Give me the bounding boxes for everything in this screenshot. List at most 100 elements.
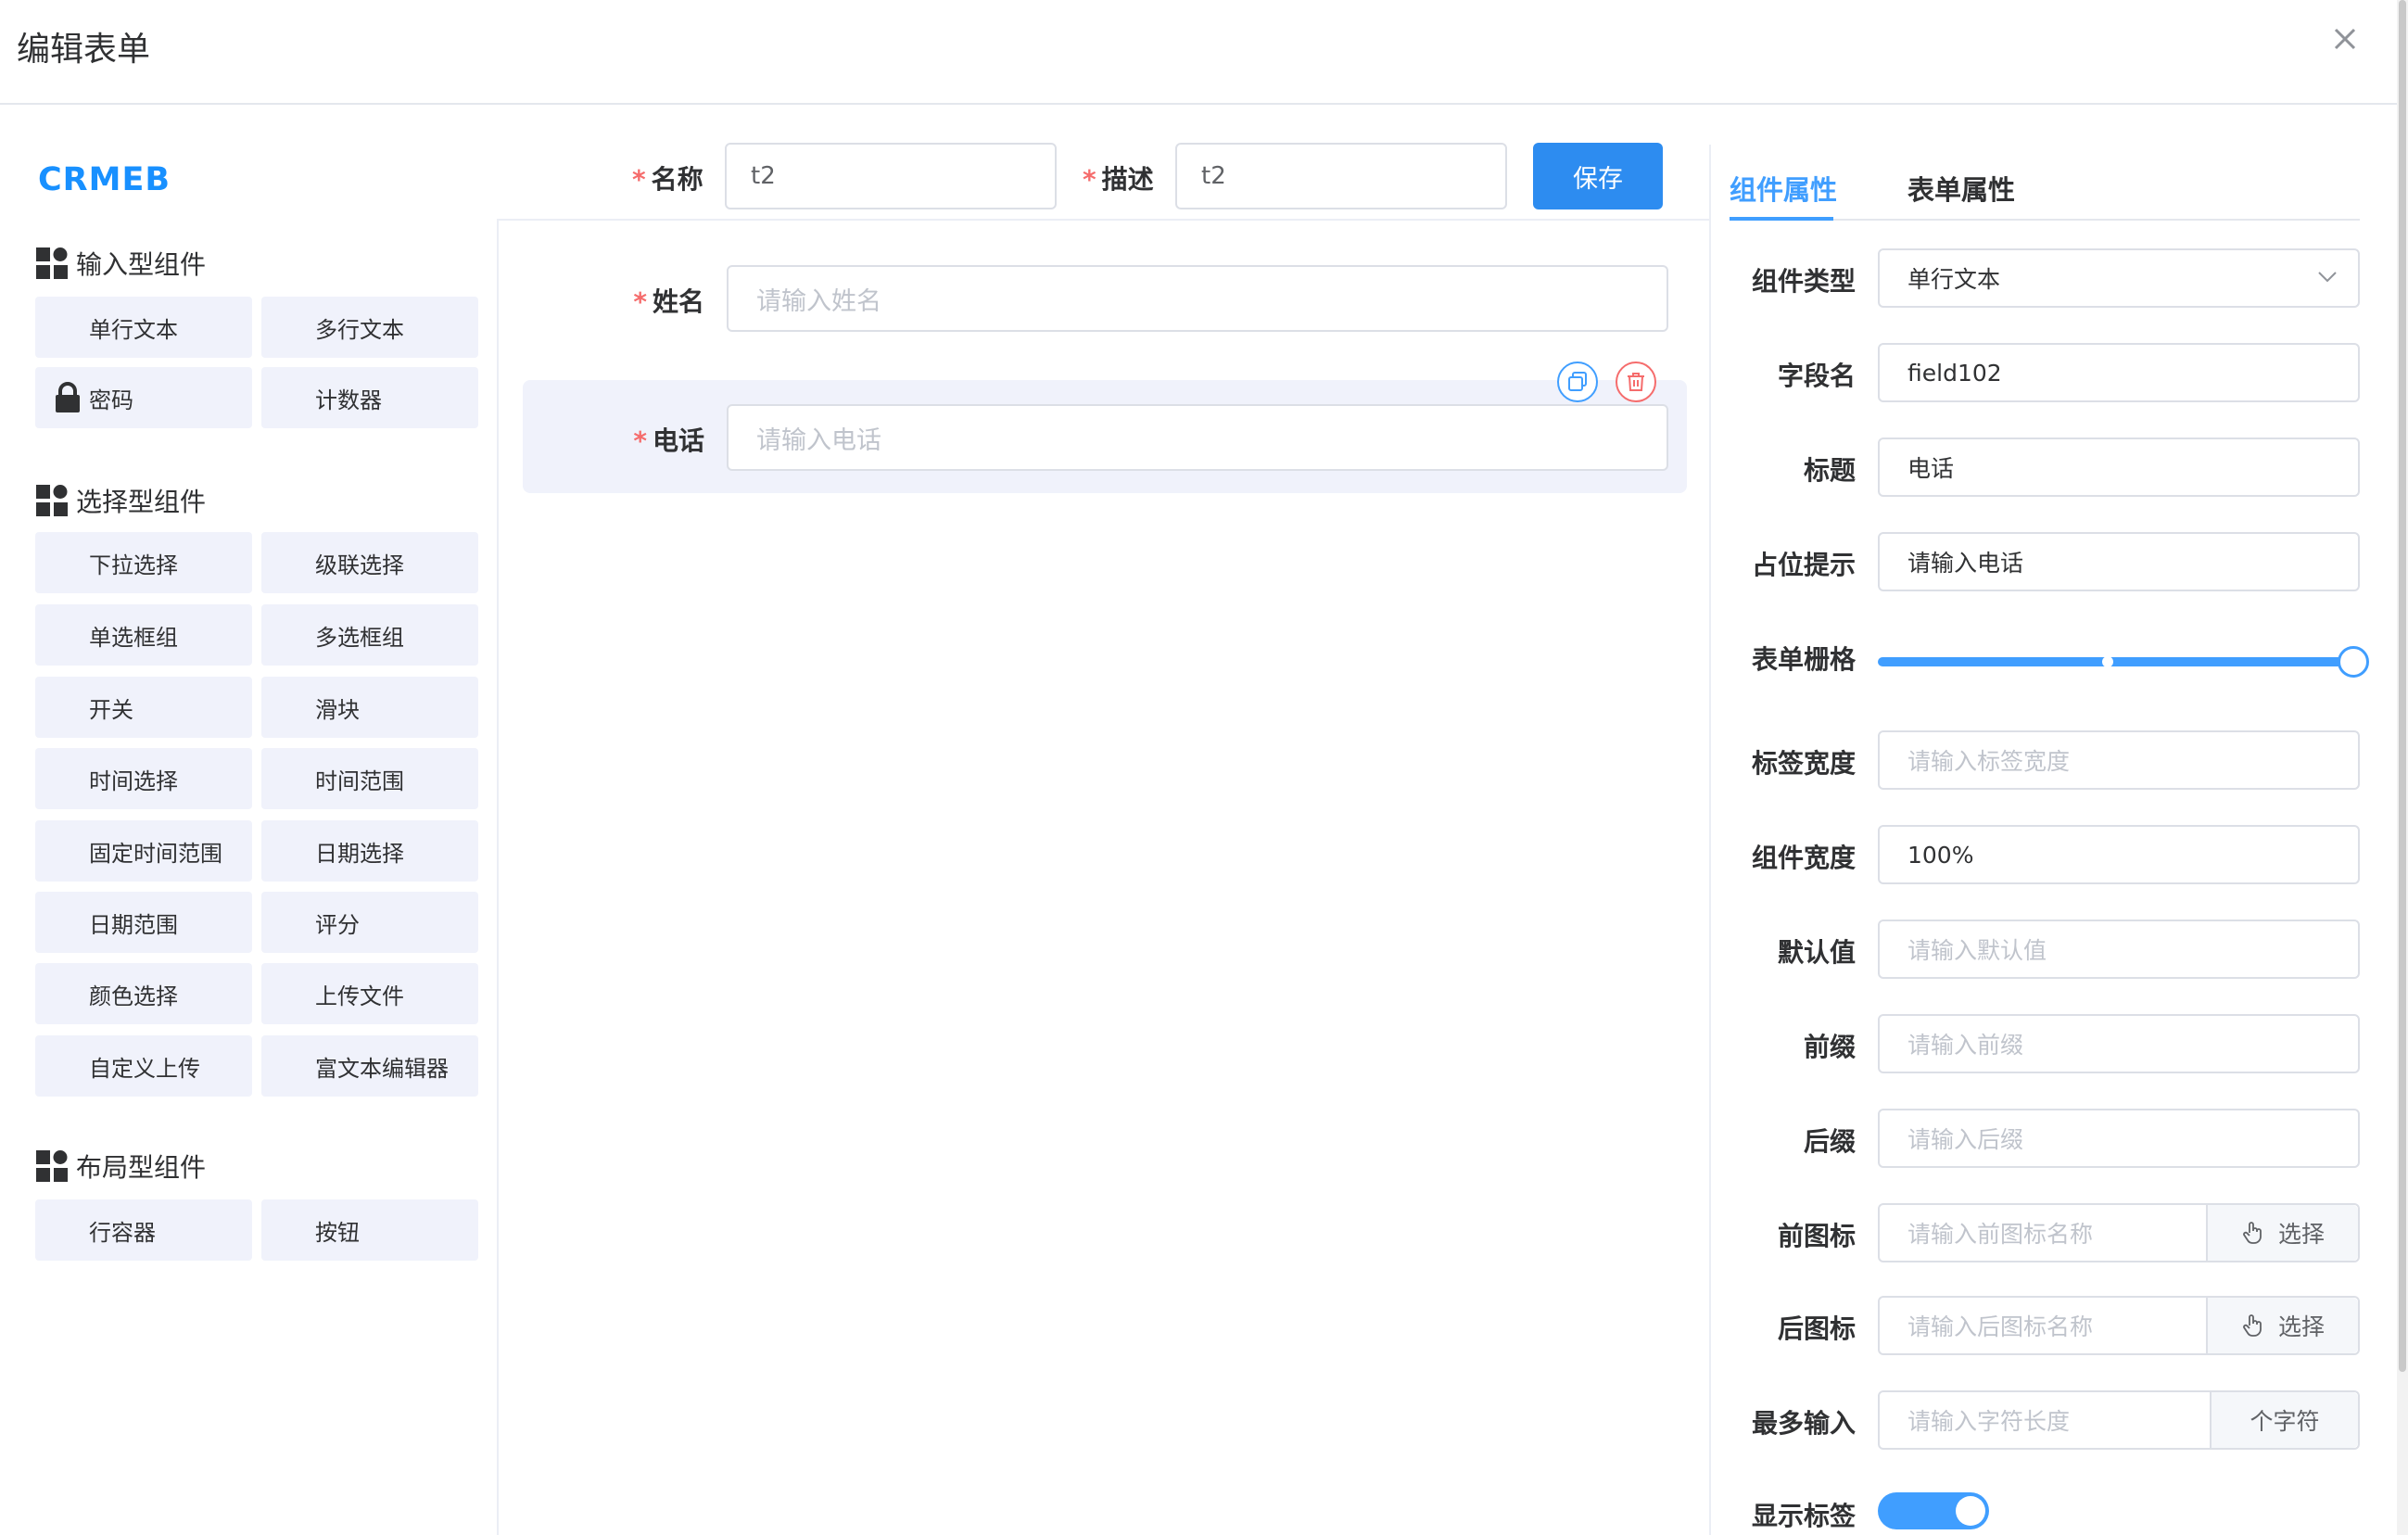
field-name-input[interactable]: field102 [1878, 343, 2360, 402]
max-length-unit: 个字符 [2210, 1392, 2358, 1448]
components-icon [36, 247, 68, 279]
component-width-input[interactable]: 100% [1878, 825, 2360, 884]
prop-label-prefix: 前缀 [1803, 1032, 1856, 1062]
prefix-input[interactable]: 请输入前缀 [1878, 1014, 2360, 1073]
prop-label-title: 标题 [1803, 455, 1856, 486]
grid-slider-handle[interactable] [2338, 646, 2369, 678]
palette-time-picker[interactable]: 时间选择 [35, 748, 252, 809]
max-length-input-group: 请输入字符长度 个字符 [1878, 1390, 2360, 1450]
required-mark: * [633, 286, 647, 317]
active-tab-indicator [1730, 217, 1833, 221]
palette-slider[interactable]: 滑块 [261, 677, 478, 738]
layout-group-title: 布局型组件 [35, 1148, 206, 1185]
required-mark: * [633, 425, 647, 456]
palette-dropdown-select[interactable]: 下拉选择 [35, 532, 252, 593]
prop-label-placeholder: 占位提示 [1751, 550, 1856, 580]
suffix-input[interactable]: 请输入后缀 [1878, 1109, 2360, 1168]
canvas-field-label-text: 姓名 [652, 286, 704, 317]
prop-label-label-width: 标签宽度 [1751, 748, 1856, 779]
tab-form-props[interactable]: 表单属性 [1907, 169, 2015, 208]
prefix-icon-input[interactable]: 请输入前图标名称 [1880, 1216, 2206, 1250]
palette-time-range[interactable]: 时间范围 [261, 748, 478, 809]
prop-label-default: 默认值 [1777, 937, 1856, 968]
description-label: * 描述 [1083, 159, 1154, 197]
trash-icon [1628, 373, 1644, 391]
palette-row-container[interactable]: 行容器 [35, 1199, 252, 1261]
dialog-scrollbar[interactable] [2397, 0, 2408, 1535]
required-mark: * [632, 164, 646, 195]
dialog-header: 编辑表单 [0, 0, 2397, 105]
prop-label-max-length: 最多输入 [1751, 1408, 1856, 1439]
delete-field-button[interactable] [1616, 362, 1656, 402]
placeholder-input[interactable]: 请输入电话 [1878, 532, 2360, 591]
center-divider [499, 219, 1709, 221]
copy-field-button[interactable] [1557, 362, 1598, 402]
palette-button[interactable]: 按钮 [261, 1199, 478, 1261]
palette-cascader[interactable]: 级联选择 [261, 532, 478, 593]
dialog-title: 编辑表单 [17, 31, 151, 69]
name-label: * 名称 [632, 159, 703, 197]
left-divider [497, 219, 499, 1535]
save-button[interactable]: 保存 [1533, 143, 1663, 209]
pointer-hand-icon [2243, 1222, 2262, 1244]
chevron-down-icon [2318, 272, 2337, 283]
components-icon [36, 485, 68, 516]
palette-password-label: 密码 [89, 387, 133, 413]
tab-component-props[interactable]: 组件属性 [1730, 169, 1837, 208]
suffix-icon-input[interactable]: 请输入后图标名称 [1880, 1309, 2206, 1342]
suffix-icon-select-button[interactable]: 选择 [2206, 1298, 2358, 1353]
prefix-icon-select-button[interactable]: 选择 [2206, 1205, 2358, 1261]
palette-counter[interactable]: 计数器 [261, 367, 478, 428]
group-title-text: 布局型组件 [76, 1152, 207, 1183]
components-icon [36, 1150, 68, 1182]
max-length-input[interactable]: 请输入字符长度 [1880, 1403, 2210, 1437]
show-label-switch[interactable] [1878, 1492, 1989, 1529]
lock-icon [56, 382, 80, 412]
prop-label-show-label: 显示标签 [1751, 1501, 1856, 1531]
palette-rich-text-editor[interactable]: 富文本编辑器 [261, 1035, 478, 1097]
component-type-select[interactable]: 单行文本 [1878, 248, 2360, 308]
label-width-input[interactable]: 请输入标签宽度 [1878, 730, 2360, 790]
description-label-text: 描述 [1101, 164, 1154, 195]
prop-label-component-width: 组件宽度 [1751, 843, 1856, 873]
default-value-input[interactable]: 请输入默认值 [1878, 920, 2360, 979]
component-type-value: 单行文本 [1907, 266, 2001, 293]
palette-multi-line-text[interactable]: 多行文本 [261, 297, 478, 358]
prefix-icon-select-label: 选择 [2277, 1221, 2325, 1248]
suffix-icon-input-group: 请输入后图标名称 选择 [1878, 1296, 2360, 1355]
pointer-hand-icon [2243, 1314, 2262, 1337]
palette-date-picker[interactable]: 日期选择 [261, 820, 478, 882]
palette-upload-file[interactable]: 上传文件 [261, 963, 478, 1024]
group-title-text: 输入型组件 [76, 249, 207, 280]
prefix-icon-input-group: 请输入前图标名称 选择 [1878, 1203, 2360, 1262]
palette-single-line-text[interactable]: 单行文本 [35, 297, 252, 358]
palette-radio-group[interactable]: 单选框组 [35, 604, 252, 666]
input-group-title: 输入型组件 [35, 245, 206, 282]
form-name-input[interactable]: t2 [725, 143, 1057, 209]
title-input[interactable]: 电话 [1878, 438, 2360, 497]
close-button[interactable] [2326, 20, 2364, 57]
canvas-field-label-name: * 姓名 [519, 282, 704, 319]
palette-password[interactable]: 密码 [35, 367, 252, 428]
scrollbar-thumb[interactable] [2399, 0, 2406, 1372]
switch-knob [1956, 1496, 1985, 1526]
palette-checkbox-group[interactable]: 多选框组 [261, 604, 478, 666]
grid-slider-track[interactable] [1878, 657, 2354, 666]
form-description-input[interactable]: t2 [1175, 143, 1507, 209]
palette-rate[interactable]: 评分 [261, 892, 478, 953]
prop-label-type: 组件类型 [1751, 266, 1856, 297]
palette-custom-upload[interactable]: 自定义上传 [35, 1035, 252, 1097]
canvas-phone-input[interactable]: 请输入电话 [727, 404, 1668, 471]
copy-icon [1568, 372, 1587, 391]
palette-fixed-time-range[interactable]: 固定时间范围 [35, 820, 252, 882]
palette-switch[interactable]: 开关 [35, 677, 252, 738]
prop-label-suffix: 后缀 [1803, 1126, 1856, 1157]
group-title-text: 选择型组件 [76, 487, 207, 517]
canvas-field-label-phone: * 电话 [519, 421, 704, 458]
prop-label-field-name: 字段名 [1777, 361, 1856, 391]
close-icon [2334, 28, 2356, 50]
palette-color-picker[interactable]: 颜色选择 [35, 963, 252, 1024]
grid-slider-stop [2102, 656, 2113, 667]
canvas-name-input[interactable]: 请输入姓名 [727, 265, 1668, 332]
palette-date-range[interactable]: 日期范围 [35, 892, 252, 953]
